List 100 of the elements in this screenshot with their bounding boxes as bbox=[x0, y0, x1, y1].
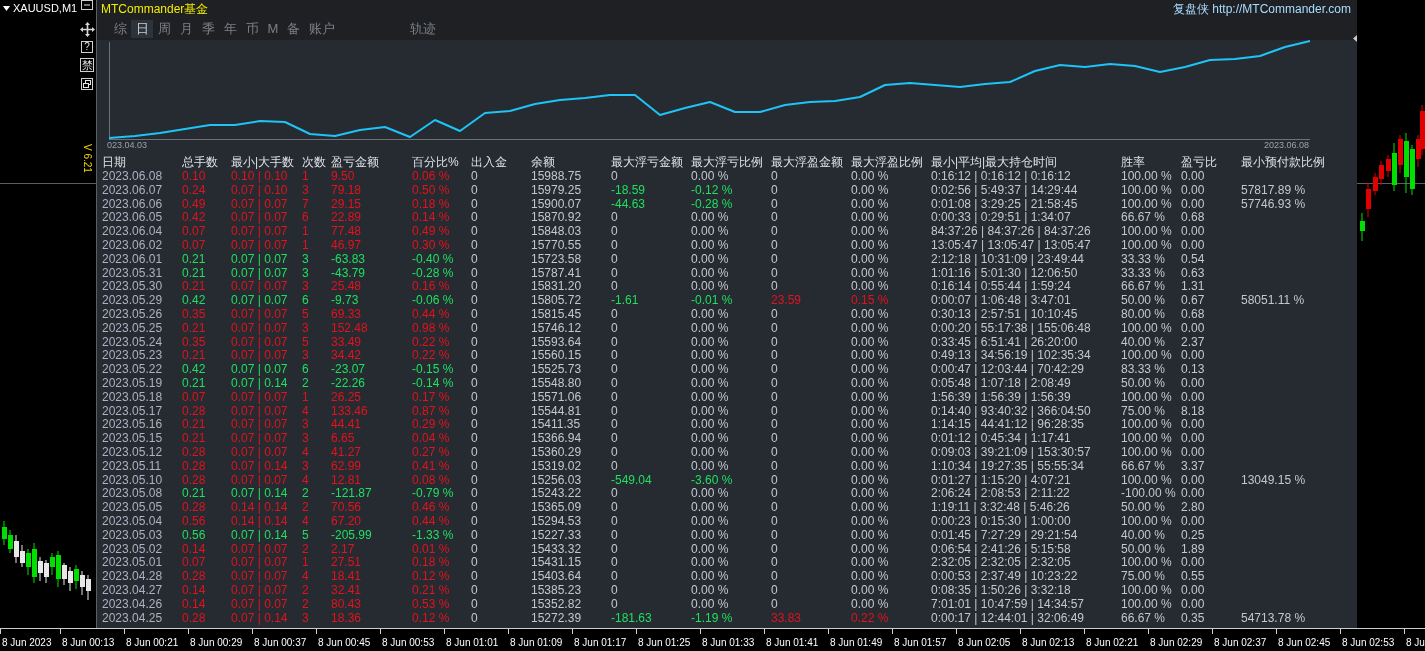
table-cell-text: 2023.05.18 bbox=[102, 390, 164, 405]
table-cell-text: 0 bbox=[471, 252, 479, 267]
table-cell-text: 3 bbox=[302, 252, 310, 267]
table-cell-text: 0.00 % bbox=[851, 321, 890, 336]
time-axis-label: 8 Jun 01:49 bbox=[830, 637, 883, 648]
table-cell-text: 2023.05.29 bbox=[102, 294, 164, 308]
table-cell-text: -0.28 % bbox=[412, 266, 455, 281]
tab[interactable]: 季 bbox=[197, 20, 219, 38]
table-cell-text: 15272.39 bbox=[531, 611, 583, 626]
tab[interactable]: 账户 bbox=[304, 20, 340, 38]
table-cell-text: 0.22 % bbox=[851, 611, 890, 626]
table-cell-text: 0.00 % bbox=[851, 459, 890, 474]
help-button[interactable]: ? bbox=[81, 41, 93, 53]
table-cell-text: 2023.06.06 bbox=[102, 197, 164, 212]
restore-window-icon[interactable] bbox=[81, 78, 93, 90]
table-cell-text: 0:30:13 | 2:57:51 | 10:10:45 bbox=[931, 307, 1079, 322]
table-cell-text: 0:00:47 | 12:03:44 | 70:42:29 bbox=[931, 363, 1086, 377]
table-cell-text: 1:56:39 | 1:56:39 | 1:56:39 bbox=[931, 390, 1072, 405]
table-cell-text: 0.07 | 0.14 bbox=[231, 487, 289, 502]
table-cell-text: 0.50 % bbox=[412, 183, 451, 198]
table-cell-text: 15560.15 bbox=[531, 349, 583, 364]
tab[interactable]: M bbox=[263, 20, 283, 38]
table-cell-text: 1 bbox=[302, 556, 310, 571]
table-cell-text: 0.07 | 0.07 bbox=[231, 432, 289, 446]
table-cell-text: 0.07 | 0.07 bbox=[231, 307, 289, 322]
table-cell-text: 0 bbox=[771, 183, 779, 198]
table-cell-text: 3 bbox=[302, 280, 310, 295]
table-cell-text: 15227.33 bbox=[531, 528, 583, 543]
column-header: 日期 bbox=[102, 155, 127, 170]
table-cell-text: 0 bbox=[771, 349, 779, 364]
tab[interactable]: 年 bbox=[219, 20, 241, 38]
table-cell-text: 1.89 bbox=[1181, 542, 1206, 557]
table-cell-text: 0 bbox=[611, 390, 619, 405]
dropdown-caret-icon[interactable] bbox=[3, 6, 10, 11]
table-cell-text: 152.48 bbox=[331, 321, 369, 336]
table-cell-text: 100.00 % bbox=[1121, 432, 1173, 446]
table-cell-text: 29.15 bbox=[331, 197, 363, 212]
table-cell-text: 0.07 bbox=[182, 556, 207, 571]
table-cell-text: 8.18 bbox=[1181, 404, 1206, 419]
table-cell-text: 50.00 % bbox=[1121, 294, 1167, 308]
version-label: V 6.21 bbox=[82, 144, 92, 173]
table-cell-text: 0.06 % bbox=[412, 170, 451, 184]
table-cell-text: 100.00 % bbox=[1121, 239, 1173, 253]
table-cell-text: 0.00 bbox=[1181, 349, 1206, 364]
table-cell-text: 25.48 bbox=[331, 280, 363, 295]
table-cell-text: 0.49 bbox=[182, 197, 207, 212]
website-link[interactable]: 复盘侠 http://MTCommander.com bbox=[1172, 2, 1351, 16]
table-cell-text: 0 bbox=[771, 542, 779, 557]
tab[interactable]: 综 bbox=[109, 20, 131, 38]
table-cell-text: 2023.06.02 bbox=[102, 239, 164, 253]
table-cell-text: 9.50 bbox=[331, 170, 356, 184]
table-cell-text: 2023.06.08 bbox=[102, 170, 164, 184]
time-axis-label: 8 Jun 2023 bbox=[2, 637, 52, 648]
table-cell-text: 3 bbox=[302, 611, 310, 626]
table-cell-text: 2023.05.19 bbox=[102, 376, 164, 391]
table-cell-text: 0.00 % bbox=[851, 514, 890, 529]
move-icon[interactable] bbox=[79, 22, 95, 37]
table-cell-text: 15770.55 bbox=[531, 239, 583, 253]
table-cell-text: 0.49 % bbox=[412, 225, 451, 239]
table-cell-text: 75.00 % bbox=[1121, 404, 1167, 419]
tab[interactable]: 日 bbox=[131, 20, 153, 38]
table-cell-text: 0.00 % bbox=[691, 445, 730, 460]
table-cell-text: 0.07 | 0.07 bbox=[231, 280, 289, 295]
tab[interactable]: 月 bbox=[175, 20, 197, 38]
table-cell-text: 0.07 | 0.07 bbox=[231, 556, 289, 571]
table-cell-text: 0 bbox=[471, 611, 479, 626]
tab[interactable]: 周 bbox=[153, 20, 175, 38]
tab[interactable]: 币 bbox=[241, 20, 263, 38]
table-cell-text: 0.00 % bbox=[691, 266, 730, 281]
table-cell-text: 2023.05.22 bbox=[102, 363, 164, 377]
table-cell-text: 2 bbox=[302, 376, 310, 391]
table-cell-text: -43.79 bbox=[331, 266, 367, 281]
minimize-icon[interactable] bbox=[81, 0, 93, 10]
table-cell-text: 0.00 % bbox=[691, 570, 730, 584]
table-cell-text: 0 bbox=[471, 376, 479, 391]
ban-button[interactable]: 禁 bbox=[80, 58, 94, 72]
table-cell-text: 0.21 bbox=[182, 252, 207, 267]
table-cell-text: 0.07 | 0.14 bbox=[231, 611, 289, 626]
tab[interactable]: 轨迹 bbox=[405, 20, 441, 38]
table-cell-text: 0 bbox=[611, 211, 619, 226]
table-cell-text: 15746.12 bbox=[531, 321, 583, 336]
tab[interactable]: 备 bbox=[282, 20, 305, 38]
table-cell-text: 0 bbox=[771, 335, 779, 350]
table-cell-text: 0 bbox=[771, 583, 779, 598]
table-cell-text: 0.17 % bbox=[412, 390, 451, 405]
table-cell-text: 0 bbox=[771, 501, 779, 515]
table-cell-text: 3 bbox=[302, 266, 310, 281]
table-cell-text: 0 bbox=[471, 514, 479, 529]
chart-end-date: 2023.06.08 bbox=[1263, 140, 1309, 150]
table-cell-text: 0 bbox=[471, 225, 479, 239]
table-cell-text: -205.99 bbox=[331, 528, 373, 543]
table-cell-text: 0.00 % bbox=[691, 280, 730, 295]
table-cell-text: 1:14:15 | 44:41:12 | 96:28:35 bbox=[931, 418, 1086, 433]
table-cell-text: 40.00 % bbox=[1121, 528, 1167, 543]
table-cell-text: 15243.22 bbox=[531, 487, 583, 502]
table-cell-text: 0.10 | 0.10 bbox=[231, 170, 289, 184]
table-cell-text: 50.00 % bbox=[1121, 542, 1167, 557]
column-header: 胜率 bbox=[1121, 155, 1146, 170]
table-cell-text: -1.33 % bbox=[412, 528, 455, 543]
table-cell-text: 69.33 bbox=[331, 307, 363, 322]
